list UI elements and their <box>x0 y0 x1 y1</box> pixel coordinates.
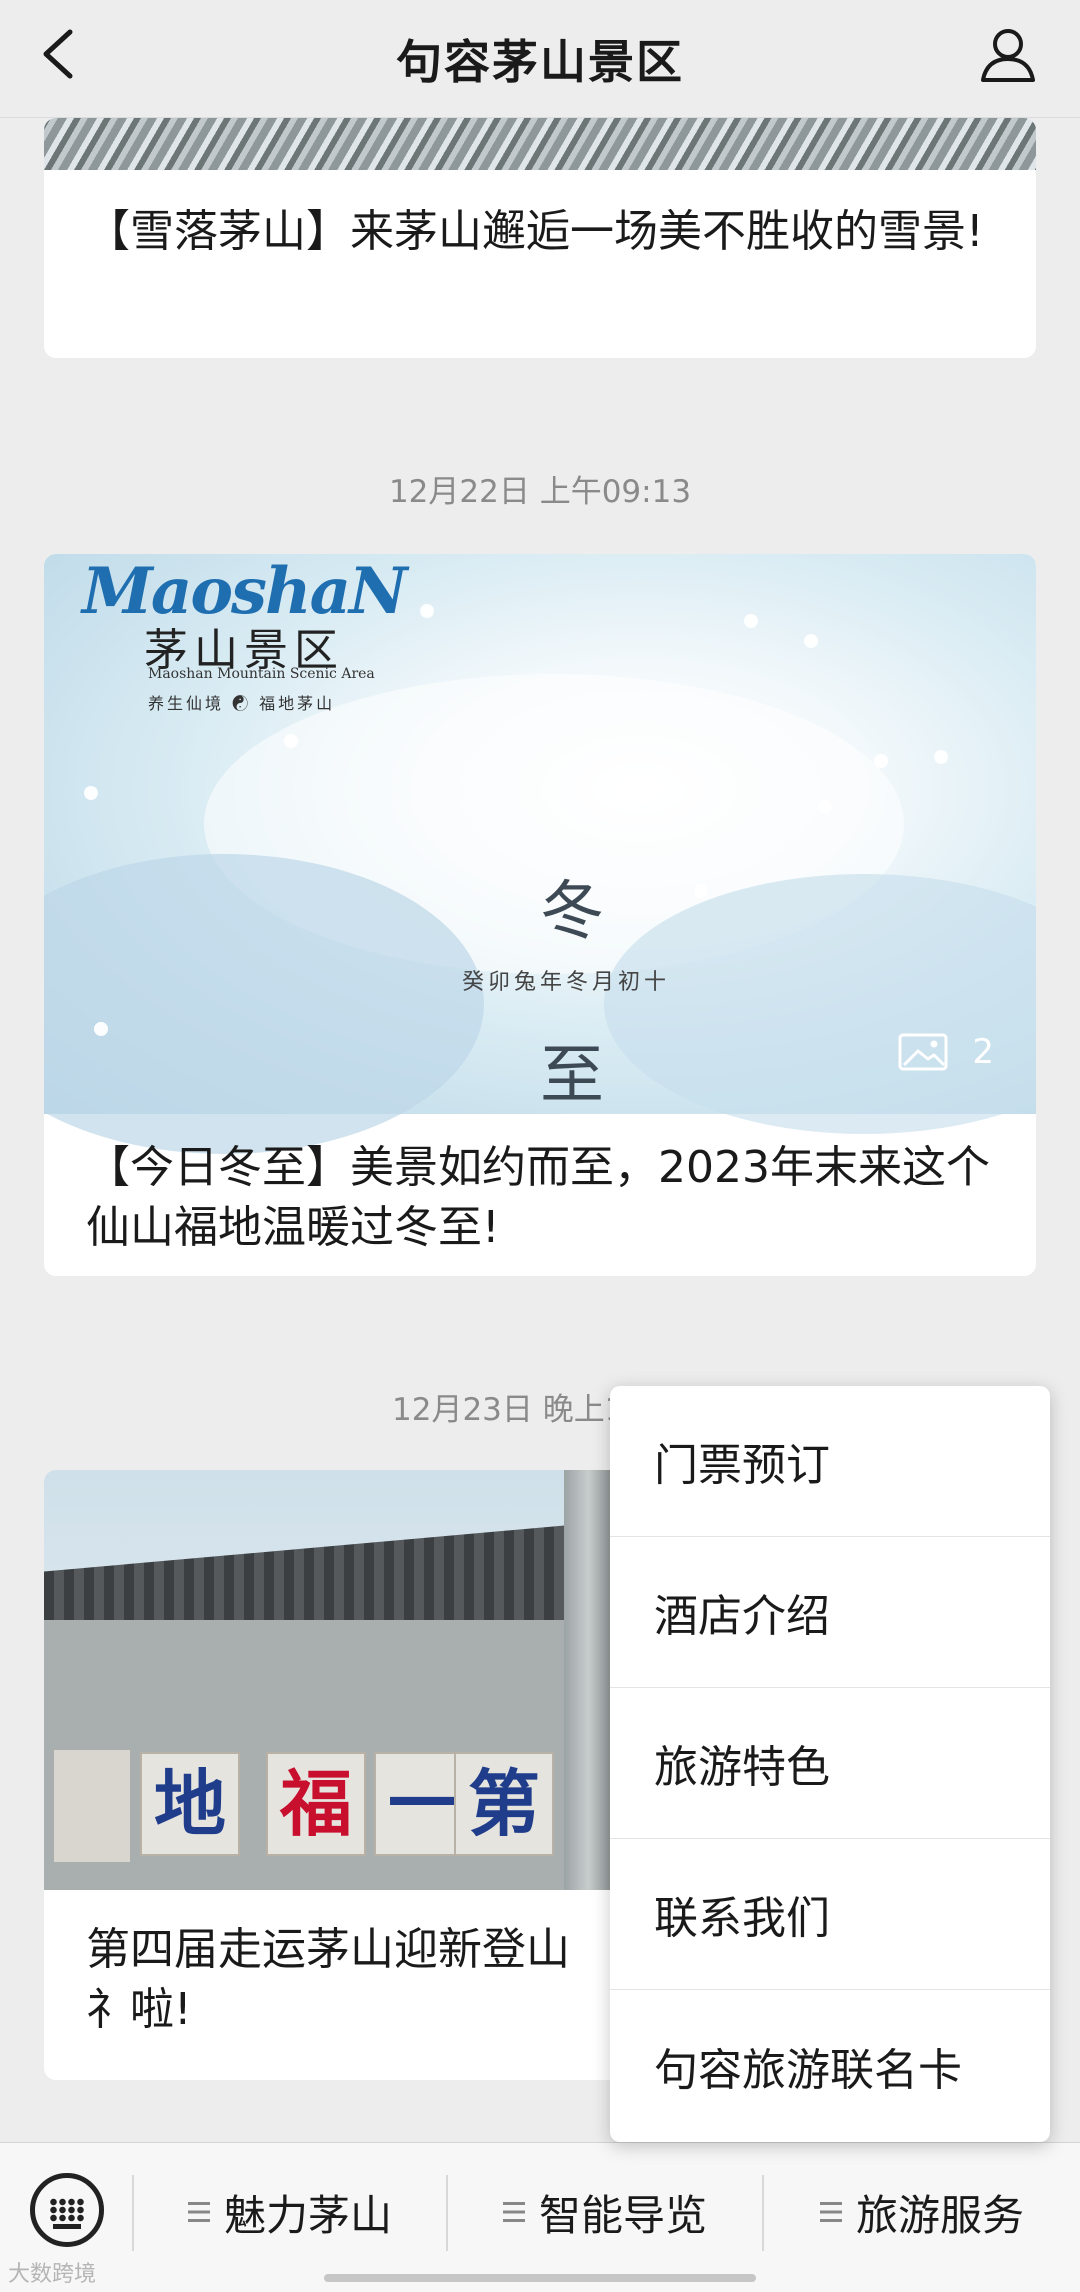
article-cover-image[interactable] <box>44 118 1036 170</box>
service-popup-menu: 门票预订 酒店介绍 旅游特色 联系我们 句容旅游联名卡 <box>610 1386 1050 2142</box>
watermark: 大数跨境 <box>8 2262 97 2287</box>
menu-lines-icon <box>187 2202 210 2222</box>
logo-english-name: Maoshan Mountain Scenic Area <box>148 666 375 682</box>
image-count: 2 <box>972 1032 994 1072</box>
tab-label: 魅力茅山 <box>223 2190 392 2240</box>
gate-plaque-char: 地 <box>140 1752 240 1856</box>
menu-item-travel-features[interactable]: 旅游特色 <box>610 1688 1050 1839</box>
logo-slogan: 养生仙境 ☯ 福地茅山 <box>148 694 336 713</box>
menu-item-hotel-intro[interactable]: 酒店介绍 <box>610 1537 1050 1688</box>
article-card[interactable]: MaoshaN 茅山景区 Maoshan Mountain Scenic Are… <box>44 554 1036 1276</box>
tab-charm-maoshan[interactable]: 魅力茅山 <box>134 2177 446 2247</box>
menu-item-tourism-card[interactable]: 句容旅游联名卡 <box>610 1990 1050 2141</box>
message-timestamp: 12月22日 上午09:13 <box>388 474 692 510</box>
menu-item-ticket-booking[interactable]: 门票预订 <box>610 1386 1050 1537</box>
image-icon <box>898 1033 948 1071</box>
menu-item-contact-us[interactable]: 联系我们 <box>610 1839 1050 1990</box>
article-cover-image[interactable]: MaoshaN 茅山景区 Maoshan Mountain Scenic Are… <box>44 554 1036 1154</box>
gate-roof <box>44 1522 604 1632</box>
top-nav-bar: 句容茅山景区 <box>0 0 1080 118</box>
menu-lines-icon <box>502 2202 525 2222</box>
article-title[interactable]: 【雪落茅山】来茅山邂逅一场美不胜收的雪景! <box>86 202 994 262</box>
menu-lines-icon <box>819 2202 842 2222</box>
bottom-menu-bar: 魅力茅山 智能导览 旅游服务 大数跨境 <box>0 2142 1080 2292</box>
gate-plaque-char: 第 <box>454 1752 554 1856</box>
tab-label: 旅游服务 <box>855 2190 1024 2240</box>
poster-lunar-date: 癸卯兔年冬月初十 <box>461 970 670 995</box>
article-title[interactable]: 【今日冬至】美景如约而至，2023年末来这个仙山福地温暖过冬至! <box>86 1138 994 1258</box>
poster-char-bottom: 至 <box>540 1039 604 1113</box>
person-icon[interactable] <box>978 24 1038 84</box>
stone-pillar <box>564 1470 612 1890</box>
image-count-badge: 2 <box>898 1032 994 1072</box>
stone-inscription <box>54 1750 130 1862</box>
page-title: 句容茅山景区 <box>396 35 684 89</box>
poster-char-top: 冬 <box>540 875 604 949</box>
keyboard-icon[interactable] <box>30 2173 104 2247</box>
article-card[interactable]: 【雪落茅山】来茅山邂逅一场美不胜收的雪景! <box>44 118 1036 358</box>
home-indicator[interactable] <box>324 2274 756 2282</box>
tab-smart-guide[interactable]: 智能导览 <box>448 2177 762 2247</box>
tab-travel-services[interactable]: 旅游服务 <box>764 2177 1080 2247</box>
tab-label: 智能导览 <box>538 2190 707 2240</box>
gate-plaque-char: 福 <box>266 1752 366 1856</box>
article-title[interactable]: 第四届走运茅山迎新登山礻啦! <box>86 1920 606 2040</box>
